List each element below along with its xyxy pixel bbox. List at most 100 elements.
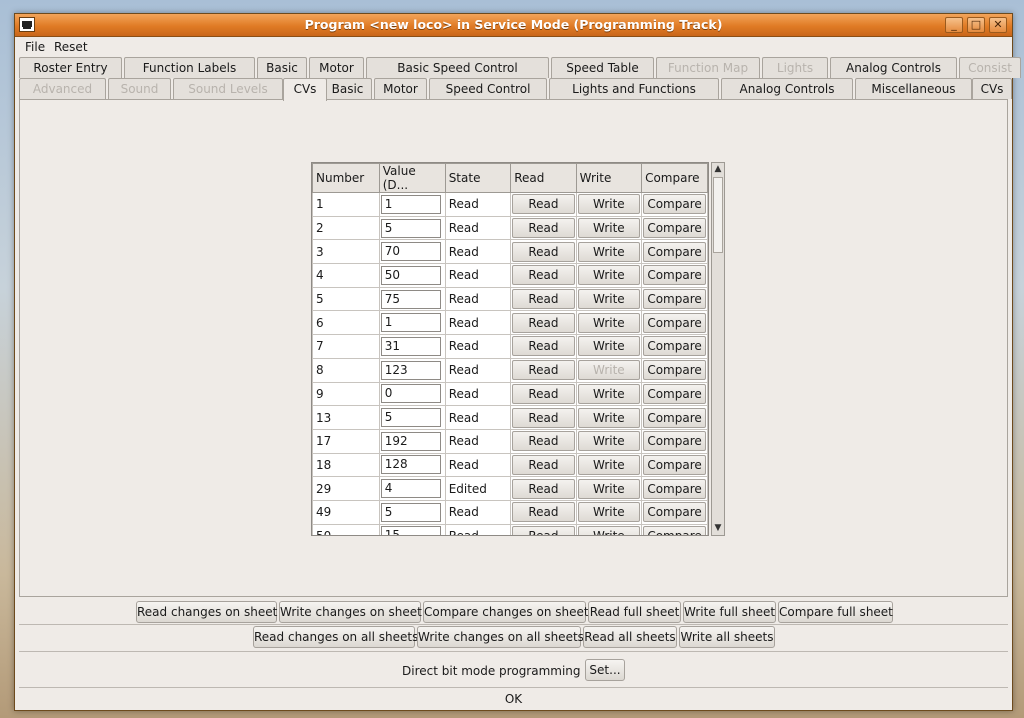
read-button[interactable]: Read (512, 383, 575, 404)
cv-value-field[interactable]: 0 (380, 384, 441, 404)
read-button[interactable]: Read (512, 218, 575, 239)
tab-basic[interactable]: Basic (323, 78, 372, 99)
table-scrollbar[interactable]: ▲ ▼ (711, 162, 725, 536)
compare-button[interactable]: Compare (643, 241, 706, 262)
tab-lights-and-functions[interactable]: Lights and Functions (549, 78, 719, 99)
write-button[interactable]: Write (577, 502, 641, 523)
scroll-thumb[interactable] (713, 177, 723, 253)
write-button[interactable]: Write (577, 218, 641, 239)
read-button[interactable]: Read (512, 265, 575, 286)
write-all-sheets-button[interactable]: Write all sheets (679, 626, 775, 648)
compare-button[interactable]: Compare (643, 454, 706, 475)
cv-value-field[interactable]: 4 (380, 479, 441, 499)
write-button[interactable]: Write (577, 336, 641, 357)
compare-button[interactable]: Compare (643, 383, 706, 404)
compare-full-sheet-button[interactable]: Compare full sheet (778, 601, 893, 623)
cv-value-field[interactable]: 15 (380, 526, 441, 535)
chevron-up-icon[interactable]: ▲ (712, 163, 724, 176)
cv-value-field[interactable]: 75 (380, 289, 441, 309)
compare-button[interactable]: Compare (643, 289, 706, 310)
write-button[interactable]: Write (577, 312, 641, 333)
tab-motor[interactable]: Motor (374, 78, 427, 99)
read-button[interactable]: Read (512, 431, 575, 452)
menu-file[interactable]: File (25, 40, 45, 54)
close-button[interactable]: ✕ (989, 17, 1007, 33)
read-button[interactable]: Read (512, 525, 575, 535)
read-button[interactable]: Read (512, 502, 575, 523)
column-header-write[interactable]: Write (575, 163, 643, 193)
read-button[interactable]: Read (512, 312, 575, 333)
read-button[interactable]: Read (512, 241, 575, 262)
read-changes-on-sheet-button[interactable]: Read changes on sheet (136, 601, 277, 623)
tab-analog-controls[interactable]: Analog Controls (830, 57, 957, 78)
column-header-compare[interactable]: Compare (641, 163, 708, 193)
column-header-read[interactable]: Read (510, 163, 577, 193)
cv-value-field[interactable]: 5 (380, 408, 441, 428)
tab-motor[interactable]: Motor (309, 57, 364, 78)
write-button[interactable]: Write (577, 265, 641, 286)
tab-basic-speed-control[interactable]: Basic Speed Control (366, 57, 549, 78)
tab-function-labels[interactable]: Function Labels (124, 57, 255, 78)
cv-value-field[interactable]: 70 (380, 242, 441, 262)
cv-value-field[interactable]: 5 (380, 218, 441, 238)
write-button[interactable]: Write (577, 383, 641, 404)
write-button[interactable]: Write (577, 431, 641, 452)
write-button[interactable]: Write (577, 194, 641, 215)
minimize-button[interactable]: _ (945, 17, 963, 33)
read-button[interactable]: Read (512, 454, 575, 475)
write-button[interactable]: Write (577, 478, 641, 499)
maximize-button[interactable]: □ (967, 17, 985, 33)
cv-value-field[interactable]: 50 (380, 265, 441, 285)
compare-changes-on-sheet-button[interactable]: Compare changes on sheet (423, 601, 589, 623)
write-button[interactable]: Write (577, 241, 641, 262)
compare-button[interactable]: Compare (643, 478, 706, 499)
compare-button[interactable]: Compare (643, 407, 706, 428)
compare-button[interactable]: Compare (643, 431, 706, 452)
write-button[interactable]: Write (577, 454, 641, 475)
tab-cvs[interactable]: CVs (283, 78, 327, 101)
tab-miscellaneous[interactable]: Miscellaneous (855, 78, 972, 99)
chevron-down-icon[interactable]: ▼ (712, 522, 724, 535)
column-header-value-d[interactable]: Value (D... (378, 163, 446, 193)
tab-basic[interactable]: Basic (257, 57, 307, 78)
menu-reset[interactable]: Reset (54, 40, 88, 54)
write-button[interactable]: Write (577, 407, 641, 428)
compare-button[interactable]: Compare (643, 360, 706, 381)
read-button[interactable]: Read (512, 360, 575, 381)
column-header-state[interactable]: State (444, 163, 512, 193)
compare-button[interactable]: Compare (643, 525, 706, 535)
title-bar[interactable]: Program <new loco> in Service Mode (Prog… (15, 14, 1012, 37)
tab-speed-table[interactable]: Speed Table (551, 57, 654, 78)
cv-value-field[interactable]: 123 (380, 360, 441, 380)
read-button[interactable]: Read (512, 194, 575, 215)
read-full-sheet-button[interactable]: Read full sheet (588, 601, 681, 623)
cv-value-field[interactable]: 5 (380, 502, 441, 522)
tab-speed-control[interactable]: Speed Control (429, 78, 547, 99)
cv-value-field[interactable]: 31 (380, 336, 441, 356)
compare-button[interactable]: Compare (643, 265, 706, 286)
tab-roster-entry[interactable]: Roster Entry (19, 57, 122, 78)
write-changes-on-all-sheets-button[interactable]: Write changes on all sheets (417, 626, 584, 648)
cv-value-field[interactable]: 128 (380, 455, 441, 475)
compare-button[interactable]: Compare (643, 336, 706, 357)
read-button[interactable]: Read (512, 336, 575, 357)
read-button[interactable]: Read (512, 407, 575, 428)
tab-cvs[interactable]: CVs (972, 78, 1012, 99)
cv-value-field[interactable]: 1 (380, 194, 441, 214)
cv-value-field[interactable]: 1 (380, 313, 441, 333)
set-button[interactable]: Set... (585, 659, 625, 681)
read-all-sheets-button[interactable]: Read all sheets (583, 626, 677, 648)
read-button[interactable]: Read (512, 289, 575, 310)
compare-button[interactable]: Compare (643, 194, 706, 215)
compare-button[interactable]: Compare (643, 312, 706, 333)
write-changes-on-sheet-button[interactable]: Write changes on sheet (279, 601, 422, 623)
cv-value-field[interactable]: 192 (380, 431, 441, 451)
write-button[interactable]: Write (577, 525, 641, 535)
write-button[interactable]: Write (577, 289, 641, 310)
column-header-number[interactable]: Number (312, 163, 380, 193)
read-button[interactable]: Read (512, 478, 575, 499)
read-changes-on-all-sheets-button[interactable]: Read changes on all sheets (253, 626, 418, 648)
compare-button[interactable]: Compare (643, 502, 706, 523)
write-full-sheet-button[interactable]: Write full sheet (683, 601, 776, 623)
compare-button[interactable]: Compare (643, 218, 706, 239)
